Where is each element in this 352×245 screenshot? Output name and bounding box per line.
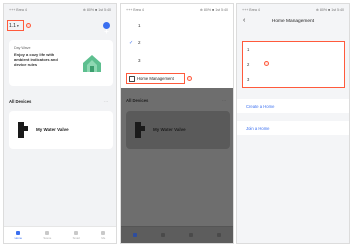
tab-me[interactable]: Me — [101, 230, 106, 240]
welcome-card: Day Wave Enjoy a cozy life with ambient … — [9, 40, 113, 86]
more-icon[interactable]: ··· — [104, 99, 110, 104]
dropdown-home-item[interactable]: 2 — [138, 40, 141, 45]
home-list-item[interactable]: 2 — [247, 62, 249, 67]
scene-tab-icon — [161, 233, 165, 237]
me-tab-icon — [217, 233, 221, 237]
status-carrier: +++ Brea 4 — [126, 7, 144, 12]
tab-me — [217, 233, 221, 237]
status-right: ⊕ 80% ■ 1st 5:40 — [82, 7, 111, 12]
house-illustration-icon — [83, 55, 101, 72]
status-right: ⊕ 80% ■ 1st 5:40 — [199, 7, 228, 12]
status-bar: +++ Brea 4 ⊕ 80% ■ 1st 5:40 — [121, 4, 233, 15]
tab-scene — [161, 233, 165, 237]
device-name: My Water Valve — [153, 127, 186, 132]
water-valve-icon — [135, 122, 145, 138]
tab-scene-label: Scene — [43, 235, 52, 240]
water-valve-icon — [18, 122, 28, 138]
dropdown-home-item[interactable]: 1 — [138, 23, 141, 28]
status-bar: +++ Brea 4 ⊕ 80% ■ 1st 5:40 — [4, 4, 116, 15]
callout-marker-2 — [187, 76, 192, 81]
home-tab-icon — [16, 230, 21, 235]
all-devices-heading: All Devices — [126, 98, 149, 103]
home-list-item[interactable]: 1 — [247, 47, 249, 52]
home-dropdown-panel: +++ Brea 4 ⊕ 80% ■ 1st 5:40 1 ✓ 2 3 Home… — [120, 3, 234, 244]
tab-smart-label: Smart — [72, 235, 81, 240]
home-dropdown-menu: +++ Brea 4 ⊕ 80% ■ 1st 5:40 1 ✓ 2 3 Home… — [121, 4, 233, 88]
bottom-tab-bar-dimmed — [121, 226, 233, 243]
add-icon[interactable] — [103, 22, 110, 34]
dropdown-home-item[interactable]: 3 — [138, 58, 141, 63]
tab-smart[interactable]: Smart — [72, 230, 81, 240]
scene-tab-icon — [45, 230, 50, 235]
welcome-card-title: Enjoy a cozy life with ambient indicator… — [14, 52, 58, 67]
home-list: 1 2 3 — [242, 41, 345, 88]
welcome-card-caption: Day Wave — [14, 46, 31, 50]
tab-home-label: Home — [14, 235, 23, 240]
home-tab-icon — [133, 233, 137, 237]
status-bar: +++ Brea 4 ⊕ 80% ■ 1st 5:40 — [237, 4, 349, 15]
device-card[interactable]: My Water Valve — [9, 111, 113, 149]
smart-tab-icon — [189, 233, 193, 237]
device-card-dimmed: My Water Valve — [126, 111, 230, 149]
status-carrier: +++ Brea 4 — [9, 7, 27, 12]
status-right: ⊕ 80% ■ 1st 5:40 — [315, 7, 344, 12]
all-devices-heading: All Devices — [9, 99, 32, 104]
home-screen-panel: +++ Brea 4 ⊕ 80% ■ 1st 5:40 1.1 ▾ Day Wa… — [3, 3, 117, 244]
me-tab-icon — [101, 230, 106, 235]
callout-highlight-box — [7, 20, 24, 31]
smart-tab-icon — [74, 230, 79, 235]
bottom-tab-bar: Home Scene Smart Me — [4, 226, 116, 243]
tab-home — [133, 233, 137, 237]
tab-scene[interactable]: Scene — [43, 230, 52, 240]
more-icon: ··· — [222, 98, 226, 103]
page-title: Home Management — [271, 19, 315, 24]
tab-smart — [189, 233, 193, 237]
callout-marker-1 — [26, 23, 31, 28]
callout-marker-3 — [264, 61, 269, 66]
callout-highlight-box — [126, 73, 185, 84]
device-name: My Water Valve — [36, 127, 69, 132]
create-home-link[interactable]: Create a Home — [237, 99, 349, 113]
tab-me-label: Me — [101, 235, 106, 240]
status-carrier: +++ Brea 4 — [242, 7, 260, 12]
tab-home[interactable]: Home — [14, 230, 23, 240]
join-home-link[interactable]: Join a Home — [237, 121, 349, 135]
home-management-panel: +++ Brea 4 ⊕ 80% ■ 1st 5:40 ‹ Home Manag… — [236, 3, 350, 244]
checkmark-icon: ✓ — [129, 40, 134, 46]
home-list-item[interactable]: 3 — [247, 77, 249, 82]
